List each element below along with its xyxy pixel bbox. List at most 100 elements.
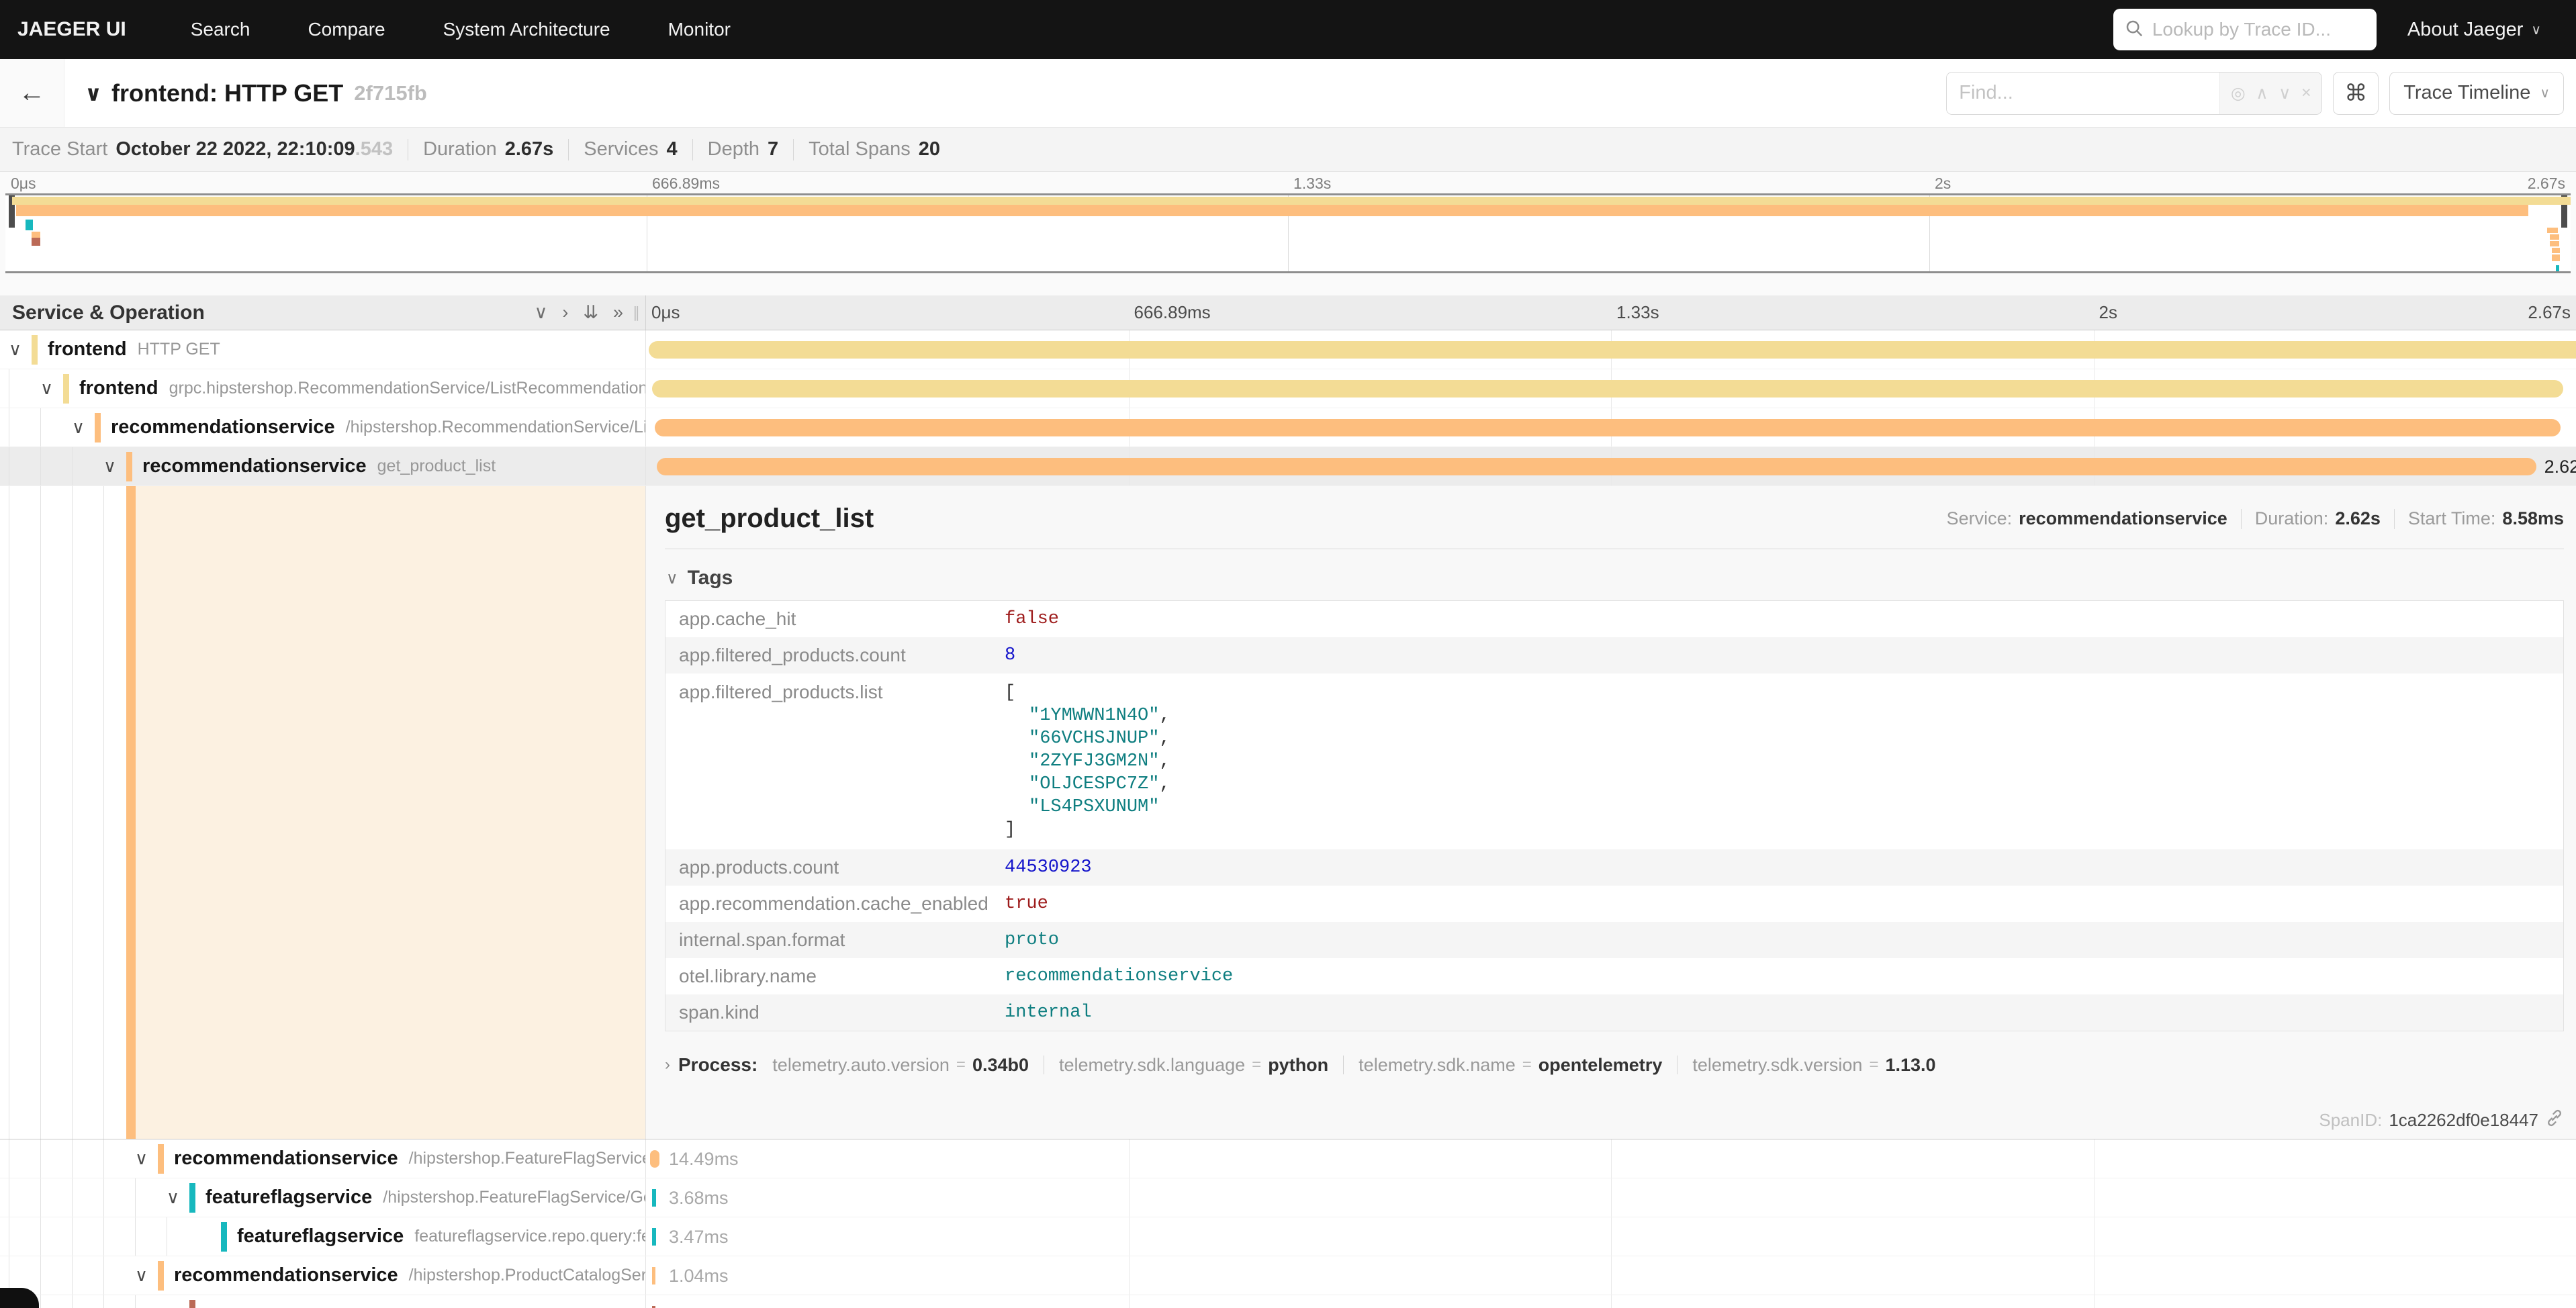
tag-row[interactable]: app.recommendation.cache_enabled true: [665, 886, 2563, 922]
indent-guide: [135, 1295, 136, 1308]
span-timeline-cell[interactable]: 1.04ms: [646, 1256, 2576, 1295]
find-input[interactable]: [1947, 73, 2219, 114]
tag-row[interactable]: app.products.count 44530923: [665, 849, 2563, 886]
nav-item-system-architecture[interactable]: System Architecture: [443, 19, 610, 40]
span-detail-highlight: [136, 486, 645, 1139]
process-section[interactable]: › Process: telemetry.auto.version=0.34b0…: [665, 1054, 2564, 1076]
span-duration-bar[interactable]: [652, 1189, 656, 1207]
meta-value: 8.58ms: [2502, 508, 2564, 529]
span-duration-bar[interactable]: [650, 1150, 659, 1168]
span-name-cell[interactable]: ∨ recommendationservice /hipstershop.Rec…: [0, 408, 646, 447]
span-name-cell[interactable]: ∨ recommendationservice /hipstershop.Fea…: [0, 1139, 646, 1178]
indent-guide: [103, 1295, 104, 1308]
timeline-gridline: [2094, 1139, 2095, 1178]
span-name-cell[interactable]: ∨ frontend HTTP GET: [0, 330, 646, 369]
span-duration-bar[interactable]: [655, 419, 2561, 436]
span-duration-bar[interactable]: [657, 458, 2536, 475]
expand-all-icon[interactable]: »: [613, 302, 623, 323]
span-duration-bar[interactable]: [652, 380, 2564, 398]
tags-section-toggle[interactable]: ∨ Tags: [666, 567, 2564, 590]
timeline-gridline: [1611, 1139, 1612, 1178]
span-timeline-cell[interactable]: 14.49ms: [646, 1139, 2576, 1178]
span-row[interactable]: ∨ recommendationservice /hipstershop.Fea…: [0, 1139, 2576, 1178]
span-row[interactable]: ∨ featureflagservice /hipstershop.Featur…: [0, 1178, 2576, 1217]
span-name-cell[interactable]: ∨ recommendationservice get_product_list: [0, 447, 646, 485]
span-collapse-chevron-icon[interactable]: ∨: [9, 339, 32, 360]
tag-row[interactable]: app.filtered_products.count 8: [665, 637, 2563, 673]
span-timeline-cell[interactable]: [646, 408, 2576, 447]
column-resize-handle[interactable]: ∥: [633, 304, 640, 322]
span-name-cell[interactable]: [0, 1295, 646, 1308]
tag-row[interactable]: internal.span.format proto: [665, 922, 2563, 958]
span-name-cell[interactable]: ∨ frontend grpc.hipstershop.Recommendati…: [0, 369, 646, 408]
focus-target-icon[interactable]: ◎: [2231, 83, 2246, 103]
copy-link-icon[interactable]: [2545, 1109, 2564, 1132]
jaeger-logo[interactable]: JAEGER UI: [17, 18, 126, 41]
tag-row[interactable]: app.cache_hit false: [665, 601, 2563, 637]
tag-row[interactable]: app.filtered_products.list ["1YMWWN1N4O"…: [665, 673, 2563, 849]
tag-key: otel.library.name: [665, 966, 1005, 987]
trace-id-lookup[interactable]: [2113, 9, 2377, 50]
indent-guide: [103, 1139, 104, 1178]
span-timeline-cell[interactable]: 3.47ms: [646, 1217, 2576, 1256]
span-collapse-chevron-icon[interactable]: ∨: [135, 1265, 158, 1286]
about-jaeger-menu[interactable]: About Jaeger ∨: [2407, 19, 2541, 41]
keyboard-shortcuts-button[interactable]: ⌘: [2333, 72, 2379, 115]
span-row[interactable]: ∨ frontend HTTP GET: [0, 330, 2576, 369]
service-color-bar: [95, 413, 101, 442]
span-name-cell[interactable]: ∨ recommendationservice /hipstershop.Pro…: [0, 1256, 646, 1295]
span-duration-bar[interactable]: [652, 1228, 656, 1246]
nav-item-search[interactable]: Search: [191, 19, 250, 40]
span-timeline-cell[interactable]: [646, 1295, 2576, 1308]
span-timeline-cell[interactable]: [646, 330, 2576, 369]
indent-guide: [72, 1178, 73, 1217]
back-button[interactable]: ←: [0, 59, 64, 127]
span-timeline-cell[interactable]: [646, 369, 2576, 408]
timeline-ruler: 0μs666.89ms1.33s2s2.67s: [646, 295, 2576, 330]
span-row[interactable]: featureflagservice featureflagservice.re…: [0, 1217, 2576, 1256]
collapse-trace-chevron-icon[interactable]: ∨: [85, 81, 102, 106]
nav-item-monitor[interactable]: Monitor: [668, 19, 731, 40]
service-color-bar: [189, 1183, 195, 1213]
span-collapse-chevron-icon[interactable]: ∨: [135, 1148, 158, 1169]
span-collapse-chevron-icon[interactable]: ∨: [103, 456, 126, 477]
stat-services: Services4: [584, 138, 677, 160]
next-match-icon[interactable]: ∨: [2279, 83, 2291, 103]
expand-one-icon[interactable]: ›: [562, 302, 568, 323]
indent-guide: [72, 1139, 73, 1178]
span-name-cell[interactable]: ∨ featureflagservice /hipstershop.Featur…: [0, 1178, 646, 1217]
span-row[interactable]: ∨ recommendationservice /hipstershop.Pro…: [0, 1256, 2576, 1295]
span-duration-bar[interactable]: [652, 1267, 655, 1284]
meta-value: 2.62s: [2335, 508, 2381, 529]
collapse-all-icon[interactable]: ⇊: [583, 302, 598, 323]
nav-item-compare[interactable]: Compare: [308, 19, 385, 40]
span-row[interactable]: ∨ recommendationservice get_product_list…: [0, 447, 2576, 486]
span-timeline-cell[interactable]: 2.62s: [646, 447, 2576, 485]
minimap-canvas[interactable]: [5, 193, 2571, 273]
span-duration-bar[interactable]: [649, 341, 2576, 359]
divider: [568, 139, 569, 160]
prev-match-icon[interactable]: ∧: [2256, 83, 2268, 103]
span-row[interactable]: ∨ frontend grpc.hipstershop.Recommendati…: [0, 369, 2576, 408]
service-operation-header: Service & Operation: [12, 301, 205, 324]
span-collapse-chevron-icon[interactable]: ∨: [40, 378, 63, 399]
span-name-cell[interactable]: featureflagservice featureflagservice.re…: [0, 1217, 646, 1256]
minimap-span-bar: [12, 197, 2571, 205]
span-row[interactable]: [0, 1295, 2576, 1308]
operation-name: /hipstershop.ProductCatalogSer...: [409, 1266, 646, 1285]
trace-id-input[interactable]: [2152, 19, 2366, 40]
span-row[interactable]: ∨ recommendationservice /hipstershop.Rec…: [0, 408, 2576, 447]
clear-find-icon[interactable]: ×: [2301, 83, 2311, 103]
tag-row[interactable]: span.kind internal: [665, 994, 2563, 1031]
divider: [2394, 509, 2395, 529]
view-selector-dropdown[interactable]: Trace Timeline ∨: [2389, 72, 2564, 115]
operation-name: /hipstershop.RecommendationService/Lis..…: [346, 418, 646, 437]
timeline-gridline: [1129, 1178, 1130, 1217]
collapse-one-icon[interactable]: ∨: [535, 302, 548, 323]
tag-row[interactable]: otel.library.name recommendationservice: [665, 958, 2563, 994]
service-name: frontend: [79, 377, 158, 400]
span-collapse-chevron-icon[interactable]: ∨: [72, 417, 95, 438]
indent-guide: [40, 1295, 41, 1308]
span-collapse-chevron-icon[interactable]: ∨: [167, 1187, 189, 1208]
span-timeline-cell[interactable]: 3.68ms: [646, 1178, 2576, 1217]
